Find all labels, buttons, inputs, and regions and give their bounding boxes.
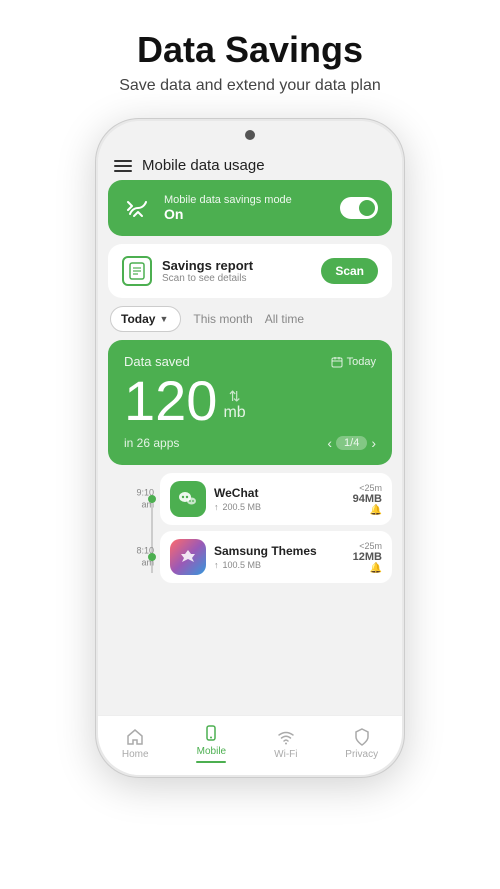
arrows-icon: ⇅ [229,389,241,403]
data-saved-date: Today [331,356,376,368]
banner-status: On [164,206,292,222]
bell-icon: 🔔 [353,505,382,516]
samsung-data: ↑ 100.5 MB [214,560,345,570]
nav-home[interactable]: Home [122,727,149,760]
savings-toggle[interactable] [340,197,378,219]
data-unit: ⇅ mb [223,389,245,421]
nav-wifi-label: Wi-Fi [274,749,297,760]
date-label: Today [347,356,376,368]
nav-privacy[interactable]: Privacy [345,727,378,760]
prev-page-icon[interactable]: ‹ [327,435,332,451]
banner-text: Mobile data savings mode On [164,194,292,222]
home-icon [125,727,145,747]
samsung-saved: 12MB [353,551,382,563]
top-bar-title: Mobile data usage [142,157,265,174]
samsung-info: Samsung Themes ↑ 100.5 MB [214,544,345,570]
banner-left: Mobile data savings mode On [122,192,292,224]
nav-mobile[interactable]: Mobile [196,724,226,763]
next-page-icon[interactable]: › [371,435,376,451]
data-number: 120 [124,373,217,429]
nav-active-indicator [196,761,226,763]
report-icon [122,256,152,286]
upload-icon: ↑ [214,502,219,512]
nav-mobile-label: Mobile [197,746,226,757]
page-indicator: 1/4 [336,436,367,450]
nav-privacy-label: Privacy [345,749,378,760]
page-title: Data Savings [20,28,480,71]
period-today-button[interactable]: Today ▼ [110,306,181,332]
period-all-time[interactable]: All time [265,312,304,326]
timeline-dot [148,495,156,503]
mobile-icon [201,724,221,744]
screen: Mobile data usage [98,149,402,775]
report-card-left: Savings report Scan to see details [122,256,253,286]
data-saved-header: Data saved Today [124,354,376,369]
apps-row: in 26 apps ‹ 1/4 › [124,435,376,451]
data-mb-label: mb [223,405,245,421]
nav-wifi[interactable]: Wi-Fi [274,727,297,760]
period-selector: Today ▼ This month All time [108,306,392,332]
chevron-down-icon: ▼ [159,314,168,324]
wifi-icon [276,727,296,747]
report-title: Savings report [162,258,253,273]
wechat-name: WeChat [214,486,345,500]
wechat-right: <25m 94MB 🔔 [353,483,382,516]
app-list-container: 9:10am [108,473,392,589]
phone-frame: Mobile data usage [95,118,405,778]
nav-home-label: Home [122,749,149,760]
list-item: 9:10am [160,473,392,525]
report-subtitle: Scan to see details [162,273,253,284]
samsung-transfer: 100.5 MB [223,560,262,570]
savings-mode-icon [122,192,154,224]
list-item: 8:10am Samsung Themes ↑ 100.5 MB [160,531,392,583]
samsung-limit: <25m [353,541,382,551]
camera-bar [98,121,402,149]
savings-report-card: Savings report Scan to see details Scan [108,244,392,298]
wechat-saved: 94MB [353,493,382,505]
samsung-app-icon [170,539,206,575]
samsung-right: <25m 12MB 🔔 [353,541,382,574]
menu-icon[interactable] [114,160,132,172]
page-subtitle: Save data and extend your data plan [20,77,480,95]
savings-mode-banner: Mobile data savings mode On [108,180,392,236]
privacy-icon [352,727,372,747]
wechat-data: ↑ 200.5 MB [214,502,345,512]
in-apps-text: in 26 apps [124,436,179,450]
data-saved-title: Data saved [124,354,190,369]
wechat-limit: <25m [353,483,382,493]
scan-button[interactable]: Scan [321,258,378,284]
period-this-month[interactable]: This month [193,312,252,326]
timeline-dot [148,553,156,561]
today-label: Today [121,312,155,326]
samsung-name: Samsung Themes [214,544,345,558]
wechat-info: WeChat ↑ 200.5 MB [214,486,345,512]
report-card-text: Savings report Scan to see details [162,258,253,284]
page-header: Data Savings Save data and extend your d… [0,0,500,105]
banner-mode-title: Mobile data savings mode [164,194,292,206]
phone-inner: Mobile data usage [98,121,402,775]
wechat-transfer: 200.5 MB [223,502,262,512]
pagination: ‹ 1/4 › [327,435,376,451]
wechat-app-icon [170,481,206,517]
upload-icon: ↑ [214,560,219,570]
data-amount: 120 ⇅ mb [124,373,376,429]
top-bar: Mobile data usage [98,149,402,180]
camera-dot [245,130,255,140]
bottom-nav: Home Mobile [98,715,402,775]
screen-content: Mobile data savings mode On [98,180,402,715]
bell-icon: 🔔 [353,563,382,574]
data-saved-card: Data saved Today 120 [108,340,392,465]
